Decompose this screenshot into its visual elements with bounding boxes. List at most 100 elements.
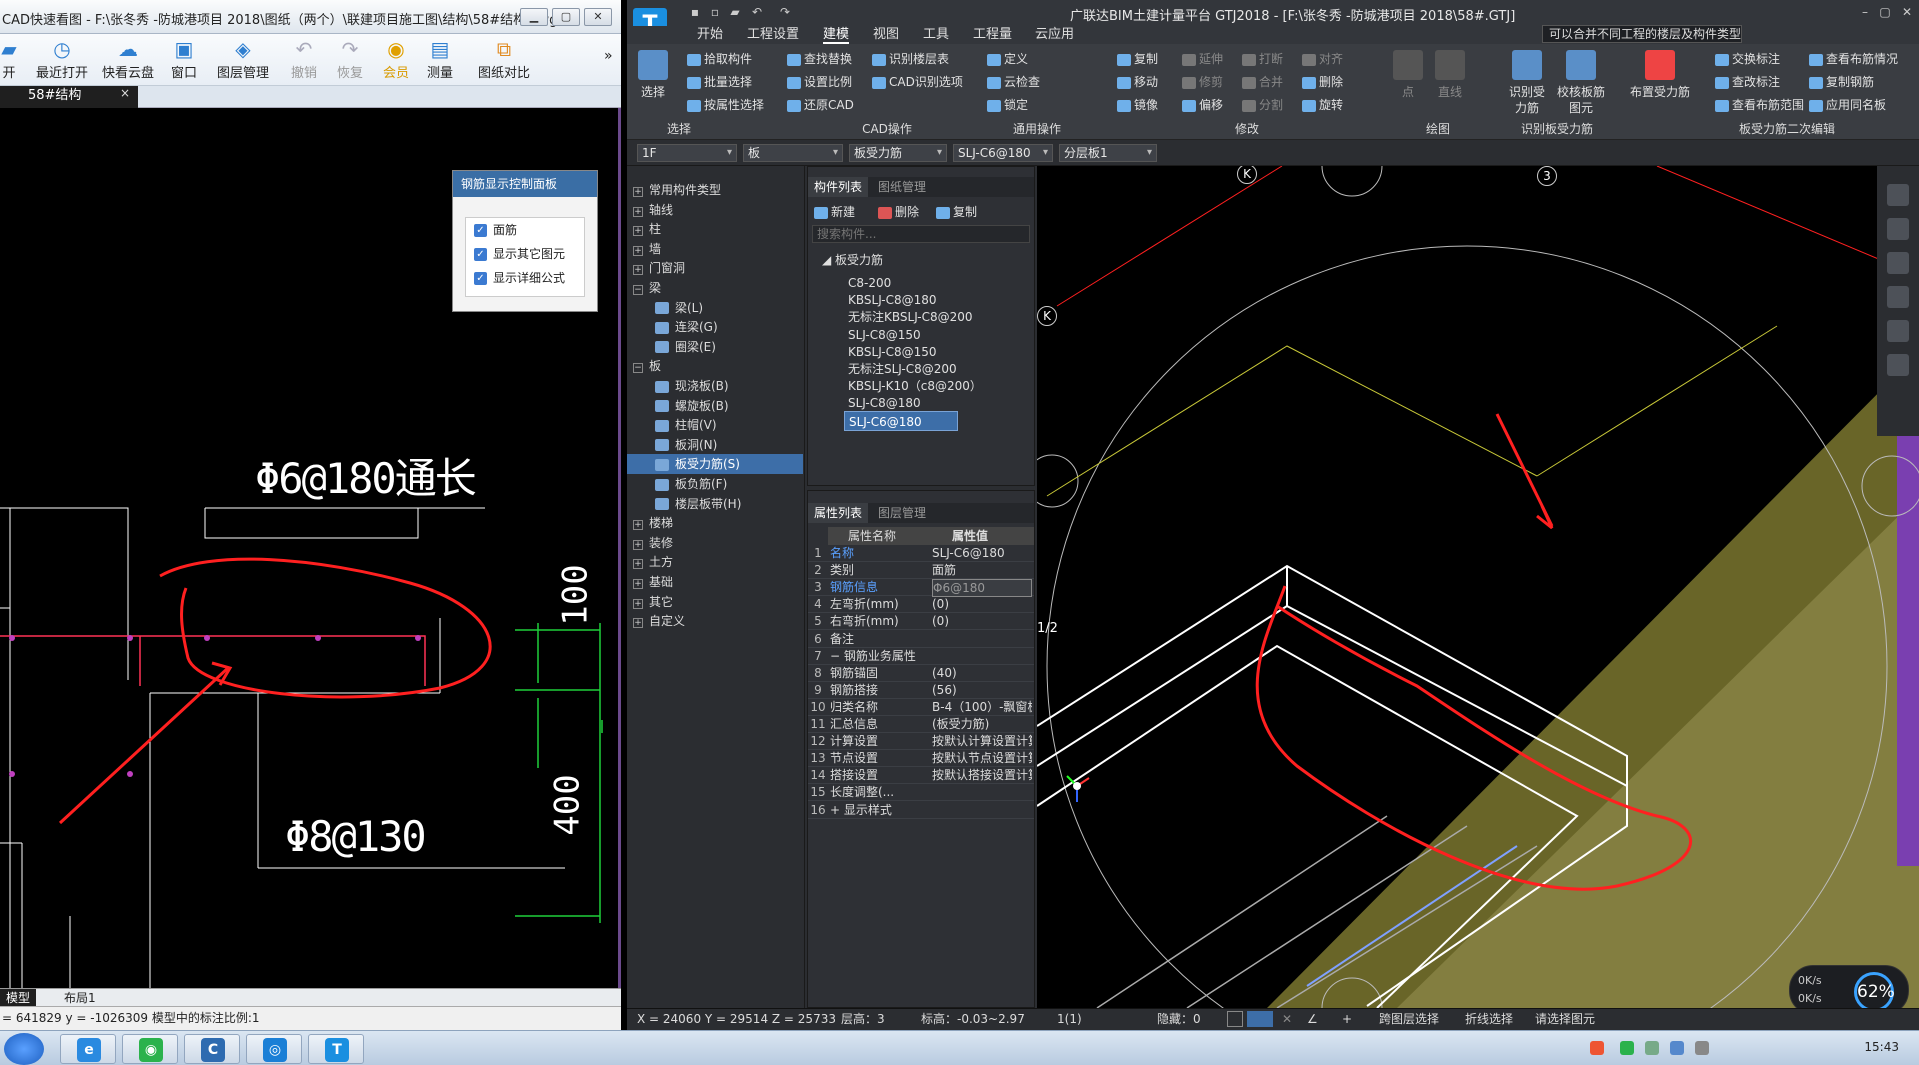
property-row[interactable]: 9 钢筋搭接 (56) [808,682,1034,699]
point-button[interactable]: 点 [1393,50,1423,100]
layer-select[interactable]: 分层板1 [1059,144,1157,162]
rotate-view-icon[interactable] [1887,320,1909,342]
property-value[interactable]: (56) [932,682,1032,698]
menu-tools[interactable]: 工具 [923,26,949,44]
clock[interactable]: 15:43 [1864,1040,1899,1054]
pick-button[interactable]: 拾取构件 [687,50,752,68]
rotate-button[interactable]: 旋转 [1302,96,1343,114]
tree-node[interactable]: + 装修 [627,533,803,553]
layer-button[interactable]: ◈ 图层管理 [212,36,274,84]
polyline-select[interactable]: 折线选择 [1465,1009,1513,1029]
tree-node[interactable]: − 板 [627,356,803,376]
property-value[interactable]: SLJ-C6@180 [932,545,1032,561]
open-icon[interactable]: ▰ [727,4,743,20]
tree-node[interactable]: 圈梁(E) [627,337,803,357]
tree-node[interactable]: + 基础 [627,572,803,592]
layout-rebar-button[interactable]: 布置受力筋 [1627,50,1693,100]
2d-icon[interactable] [1887,218,1909,240]
menu-start[interactable]: 开始 [697,26,723,44]
grid-icon[interactable] [1887,354,1909,376]
redo-icon[interactable]: ↷ [777,4,793,20]
close-button[interactable]: ✕ [1899,4,1915,20]
category-select[interactable]: 板 [743,144,843,162]
property-value[interactable]: (0) [932,596,1032,612]
minimize-button[interactable]: ▁ [520,8,548,26]
tree-node[interactable]: 螺旋板(B) [627,396,803,416]
tree-node[interactable]: 现浇板(B) [627,376,803,396]
tree-node[interactable]: 连梁(G) [627,317,803,337]
view-range-button[interactable]: 查看布筋范围 [1715,96,1804,114]
taskbar-ie[interactable]: e [60,1034,116,1064]
tree-node[interactable]: + 其它 [627,592,803,612]
recent-button[interactable]: ◷ 最近打开 [32,36,92,84]
view-cube-icon[interactable] [1887,184,1909,206]
expand-icon[interactable]: + [633,559,643,570]
trim-button[interactable]: 修剪 [1182,73,1223,91]
property-value[interactable]: (40) [932,665,1032,681]
tree-node[interactable]: 柱帽(V) [627,415,803,435]
property-row[interactable]: 13 节点设置 按默认节点设置计算 [808,750,1034,768]
tray-volume-icon[interactable] [1695,1041,1709,1055]
snap-icon[interactable] [1247,1011,1273,1027]
menu-project-settings[interactable]: 工程设置 [747,26,799,44]
new-icon[interactable]: ▫ [707,4,723,20]
expand-icon[interactable]: + [633,520,643,531]
measure-button[interactable]: ▤ 测量 [420,36,460,84]
check-rebar-button[interactable]: 校核板筋图元 [1557,50,1605,116]
tree-node[interactable]: 板受力筋(S) [627,454,803,475]
undo-icon[interactable]: ↶ [749,4,765,20]
window-button[interactable]: ▣ 窗口 [164,36,204,84]
tree-node[interactable]: 板负筋(F) [627,474,803,494]
set-scale-button[interactable]: 设置比例 [787,73,852,91]
expand-icon[interactable]: + [633,539,643,550]
component-select[interactable]: SLJ-C6@180 [953,144,1053,162]
tab-58-structure[interactable]: 58#结构 [0,86,138,108]
maximize-button[interactable]: ▢ [1877,4,1893,20]
component-list-item[interactable]: SLJ-C6@180 [844,410,958,431]
tree-node[interactable]: + 自定义 [627,611,803,631]
undo-button[interactable]: ↶ 撤销 [284,36,324,84]
property-row[interactable]: 8 钢筋锚固 (40) [808,665,1034,682]
property-value[interactable]: 按默认节点设置计算 [932,750,1032,766]
start-button[interactable] [4,1033,44,1065]
group-draw[interactable]: 绘图 [1393,120,1483,137]
group-select[interactable]: 选择 [629,120,729,137]
tray-shield-icon[interactable] [1645,1041,1659,1055]
define-button[interactable]: 定义 [987,50,1028,68]
merge-button[interactable]: 合并 [1242,73,1283,91]
property-row[interactable]: 15 长度调整(... [808,784,1034,802]
expand-icon[interactable]: + [633,226,643,237]
tab-model[interactable]: 模型 [0,989,37,1007]
property-row[interactable]: 6 备注 [808,631,1034,648]
split-button[interactable]: 分割 [1242,96,1283,114]
delete-component-button[interactable]: 删除 [878,203,919,221]
find-replace-button[interactable]: 查找替换 [787,50,852,68]
plus-icon[interactable]: + [1342,1009,1352,1029]
lock-button[interactable]: 锁定 [987,96,1028,114]
checkbox-checked-icon[interactable]: ✓ [474,248,487,261]
property-row[interactable]: 1 名称 SLJ-C6@180 [808,545,1034,562]
recognize-rebar-button[interactable]: 识别受力筋 [1507,50,1547,116]
restore-cad-button[interactable]: 还原CAD [787,96,854,114]
option-show-other[interactable]: ✓ 显示其它图元 [474,244,584,264]
delete-button[interactable]: 删除 [1302,73,1343,91]
tree-node[interactable]: + 门窗洞 [627,258,803,278]
option-face-rebar[interactable]: ✓ 面筋 [474,220,584,240]
tree-node[interactable]: + 常用构件类型 [627,180,803,200]
property-row[interactable]: 10 归类名称 B-4（100）-飘窗板[1... [808,699,1034,716]
tab-layout1[interactable]: 布局1 [58,989,102,1007]
property-value[interactable]: (0) [932,613,1032,629]
view-rebar-button[interactable]: 查看布筋情况 [1809,50,1898,68]
cross-layer-select[interactable]: 跨图层选择 [1379,1009,1439,1029]
taskbar-browser[interactable]: ◎ [246,1034,302,1064]
3d-viewport[interactable]: K 3 K 1/2 3 [1037,166,1919,1008]
align-button[interactable]: 对齐 [1302,50,1343,68]
taskbar-gtj[interactable]: T [308,1034,364,1064]
tree-node[interactable]: − 梁 [627,278,803,298]
line-button[interactable]: 直线 [1435,50,1465,100]
menu-cloud[interactable]: 云应用 [1035,26,1074,44]
close-button[interactable]: ✕ [584,8,612,26]
3d-scene[interactable] [1037,166,1919,1008]
taskbar-cad[interactable]: C [184,1034,240,1064]
mirror-button[interactable]: 镜像 [1117,96,1158,114]
